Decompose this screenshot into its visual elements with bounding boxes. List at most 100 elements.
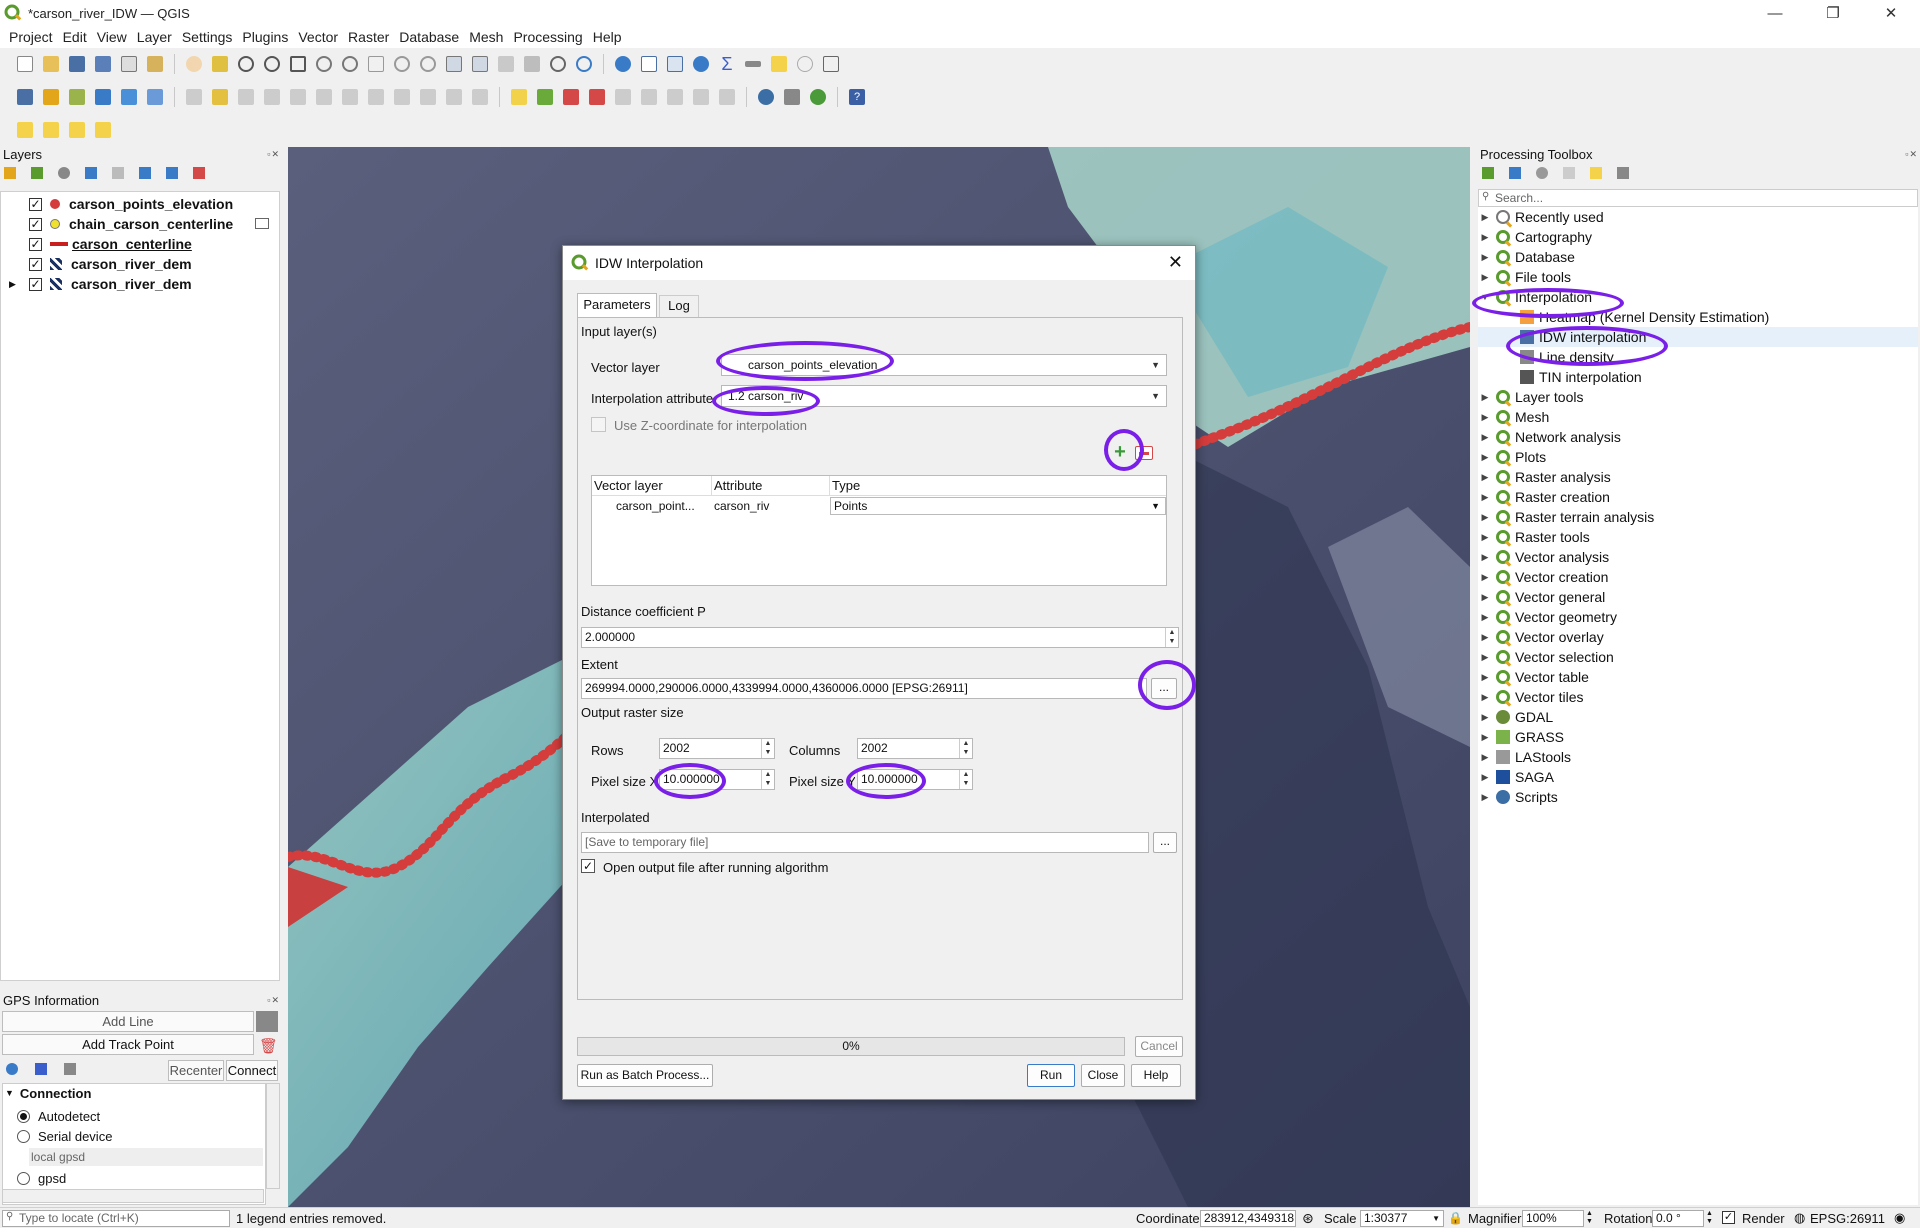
zoom-full-icon[interactable] <box>287 53 309 75</box>
toolbox-item-layer-tools[interactable]: ▶ Layer tools <box>1478 387 1918 407</box>
expand-arrow-icon[interactable]: ▶ <box>1478 752 1492 763</box>
toolbox-search-input[interactable]: Search... <box>1478 189 1918 207</box>
layer-checkbox[interactable]: ✓ <box>29 237 42 251</box>
expand-arrow-icon[interactable]: ▶ <box>1478 452 1492 463</box>
save-as-icon[interactable] <box>92 53 114 75</box>
info-icon[interactable] <box>6 1063 18 1075</box>
toggle-editing-icon[interactable] <box>209 86 231 108</box>
layer-item-chain[interactable]: ✓ chain_carson_centerline <box>1 214 279 234</box>
spin-arrows-icon[interactable]: ▲ ▼ <box>761 770 774 789</box>
toolbox-item-line-density[interactable]: Line density <box>1478 347 1918 367</box>
expand-arrow-icon[interactable]: ▶ <box>1478 712 1492 723</box>
current-edits-icon[interactable] <box>183 86 205 108</box>
minimize-button[interactable]: — <box>1752 0 1798 26</box>
run-button[interactable]: Run <box>1027 1064 1075 1087</box>
layer-checkbox[interactable]: ✓ <box>29 217 42 231</box>
map-tips-icon[interactable] <box>768 53 790 75</box>
pixel-size-y-input[interactable]: 10.000000 ▲ ▼ <box>857 769 973 790</box>
diagram-tool-icon[interactable] <box>690 86 712 108</box>
expand-arrow-icon[interactable]: ▶ <box>1478 232 1492 243</box>
expand-arrow-icon[interactable]: ▶ <box>1478 792 1492 803</box>
zoom-out-icon[interactable] <box>261 53 283 75</box>
toolbox-item-file-tools[interactable]: ▶ File tools <box>1478 267 1918 287</box>
menu-processing[interactable]: Processing <box>508 29 587 45</box>
spin-arrows-icon[interactable]: ▲ ▼ <box>959 739 972 758</box>
tab-parameters[interactable]: Parameters <box>577 293 657 317</box>
use-z-checkbox[interactable] <box>591 417 606 432</box>
remove-layer-minus-icon[interactable] <box>1135 446 1153 460</box>
statistics-icon[interactable]: Σ <box>716 53 738 75</box>
visibility-icon[interactable] <box>58 167 70 179</box>
new-3d-view-icon[interactable] <box>469 53 491 75</box>
identify-icon[interactable] <box>612 53 634 75</box>
expand-arrow-icon[interactable]: ▶ <box>1478 472 1492 483</box>
toolbox-provider-saga[interactable]: ▶ SAGA <box>1478 767 1918 787</box>
expand-arrow-icon[interactable]: ▶ <box>1478 592 1492 603</box>
menu-layer[interactable]: Layer <box>132 29 177 45</box>
locator-input[interactable]: Type to locate (Ctrl+K) <box>2 1210 230 1227</box>
remove-layer-icon[interactable] <box>193 167 205 179</box>
dock-close-icon[interactable]: ▫✕ <box>1905 149 1918 160</box>
signal-chart-icon[interactable] <box>35 1063 47 1075</box>
collapse-all-icon[interactable] <box>166 167 178 179</box>
expand-arrow-icon[interactable]: ▶ <box>1478 272 1492 283</box>
local-gpsd-field[interactable]: local gpsd <box>29 1148 263 1166</box>
output-browse-button[interactable]: ... <box>1153 832 1177 853</box>
coordinate-toggle-icon[interactable]: ⊛ <box>1302 1210 1314 1227</box>
spin-arrows-icon[interactable]: ▲ ▼ <box>1706 1210 1713 1226</box>
filter-expression-icon[interactable] <box>112 167 124 179</box>
menu-view[interactable]: View <box>92 29 132 45</box>
new-map-view-icon[interactable] <box>443 53 465 75</box>
lock-scale-icon[interactable]: 🔒 <box>1448 1211 1463 1225</box>
expand-arrow-icon[interactable]: ▶ <box>1478 412 1492 423</box>
recenter-button[interactable]: Recenter <box>168 1060 224 1081</box>
new-geopackage-icon[interactable] <box>40 86 62 108</box>
spin-arrows-icon[interactable]: ▲ ▼ <box>959 770 972 789</box>
label-properties-icon[interactable] <box>716 86 738 108</box>
pan-to-selection-icon[interactable] <box>209 53 231 75</box>
collapse-arrow-icon[interactable]: ▼ <box>1478 292 1492 302</box>
radio-unselected[interactable] <box>17 1129 30 1143</box>
menu-database[interactable]: Database <box>394 29 464 45</box>
menu-edit[interactable]: Edit <box>58 29 92 45</box>
rotate-label-icon[interactable] <box>638 86 660 108</box>
toolbox-item-vector-tiles[interactable]: ▶ Vector tiles <box>1478 687 1918 707</box>
toolbox-item-mesh[interactable]: ▶ Mesh <box>1478 407 1918 427</box>
toolbox-item-heatmap[interactable]: Heatmap (Kernel Density Estimation) <box>1478 307 1918 327</box>
expand-arrow-icon[interactable]: ▶ <box>1478 212 1492 223</box>
temporal-icon[interactable] <box>547 53 569 75</box>
add-group-icon[interactable] <box>31 167 43 179</box>
cut-features-icon[interactable] <box>365 86 387 108</box>
horizontal-scrollbar[interactable] <box>2 1189 264 1203</box>
toolbox-item-vector-geometry[interactable]: ▶ Vector geometry <box>1478 607 1918 627</box>
expand-arrow-icon[interactable]: ▶ <box>1478 432 1492 443</box>
expand-all-icon[interactable] <box>139 167 151 179</box>
track-color-swatch[interactable] <box>256 1011 278 1032</box>
toolbox-item-vector-table[interactable]: ▶ Vector table <box>1478 667 1918 687</box>
toolbox-item-vector-creation[interactable]: ▶ Vector creation <box>1478 567 1918 587</box>
rows-input[interactable]: 2002 ▲ ▼ <box>659 738 775 759</box>
new-temp-layer-icon[interactable] <box>118 86 140 108</box>
delete-selected-icon[interactable] <box>339 86 361 108</box>
show-bookmarks-icon[interactable] <box>521 53 543 75</box>
crs-label[interactable]: EPSG:26911 <box>1810 1211 1885 1226</box>
layer-item-points[interactable]: ✓ carson_points_elevation <box>1 194 279 214</box>
expand-arrow-icon[interactable]: ▶ <box>1478 252 1492 263</box>
extent-browse-button[interactable]: ... <box>1151 678 1177 699</box>
row-type-select[interactable]: Points ▼ <box>830 497 1166 515</box>
layer-item-dem-2[interactable]: ▶ ✓ carson_river_dem <box>1 274 279 294</box>
new-shapefile-icon[interactable] <box>66 86 88 108</box>
expand-arrow-icon[interactable]: ▶ <box>1478 532 1492 543</box>
toolbox-item-vector-analysis[interactable]: ▶ Vector analysis <box>1478 547 1918 567</box>
coordinate-field[interactable]: 283912,4349318 <box>1200 1210 1296 1227</box>
add-layer-plus-icon[interactable]: + <box>1111 442 1129 462</box>
zoom-last-icon[interactable] <box>391 53 413 75</box>
menu-vector[interactable]: Vector <box>293 29 343 45</box>
distance-coefficient-input[interactable]: 2.000000 ▲ ▼ <box>581 627 1179 648</box>
layer-style-icon[interactable] <box>4 167 16 179</box>
connect-button[interactable]: Connect <box>226 1060 278 1081</box>
options-wrench-icon[interactable] <box>64 1063 76 1075</box>
toolbox-item-interpolation[interactable]: ▼ Interpolation <box>1478 287 1918 307</box>
expand-arrow-icon[interactable]: ▶ <box>1478 512 1492 523</box>
whats-this-icon[interactable]: ? <box>846 86 868 108</box>
